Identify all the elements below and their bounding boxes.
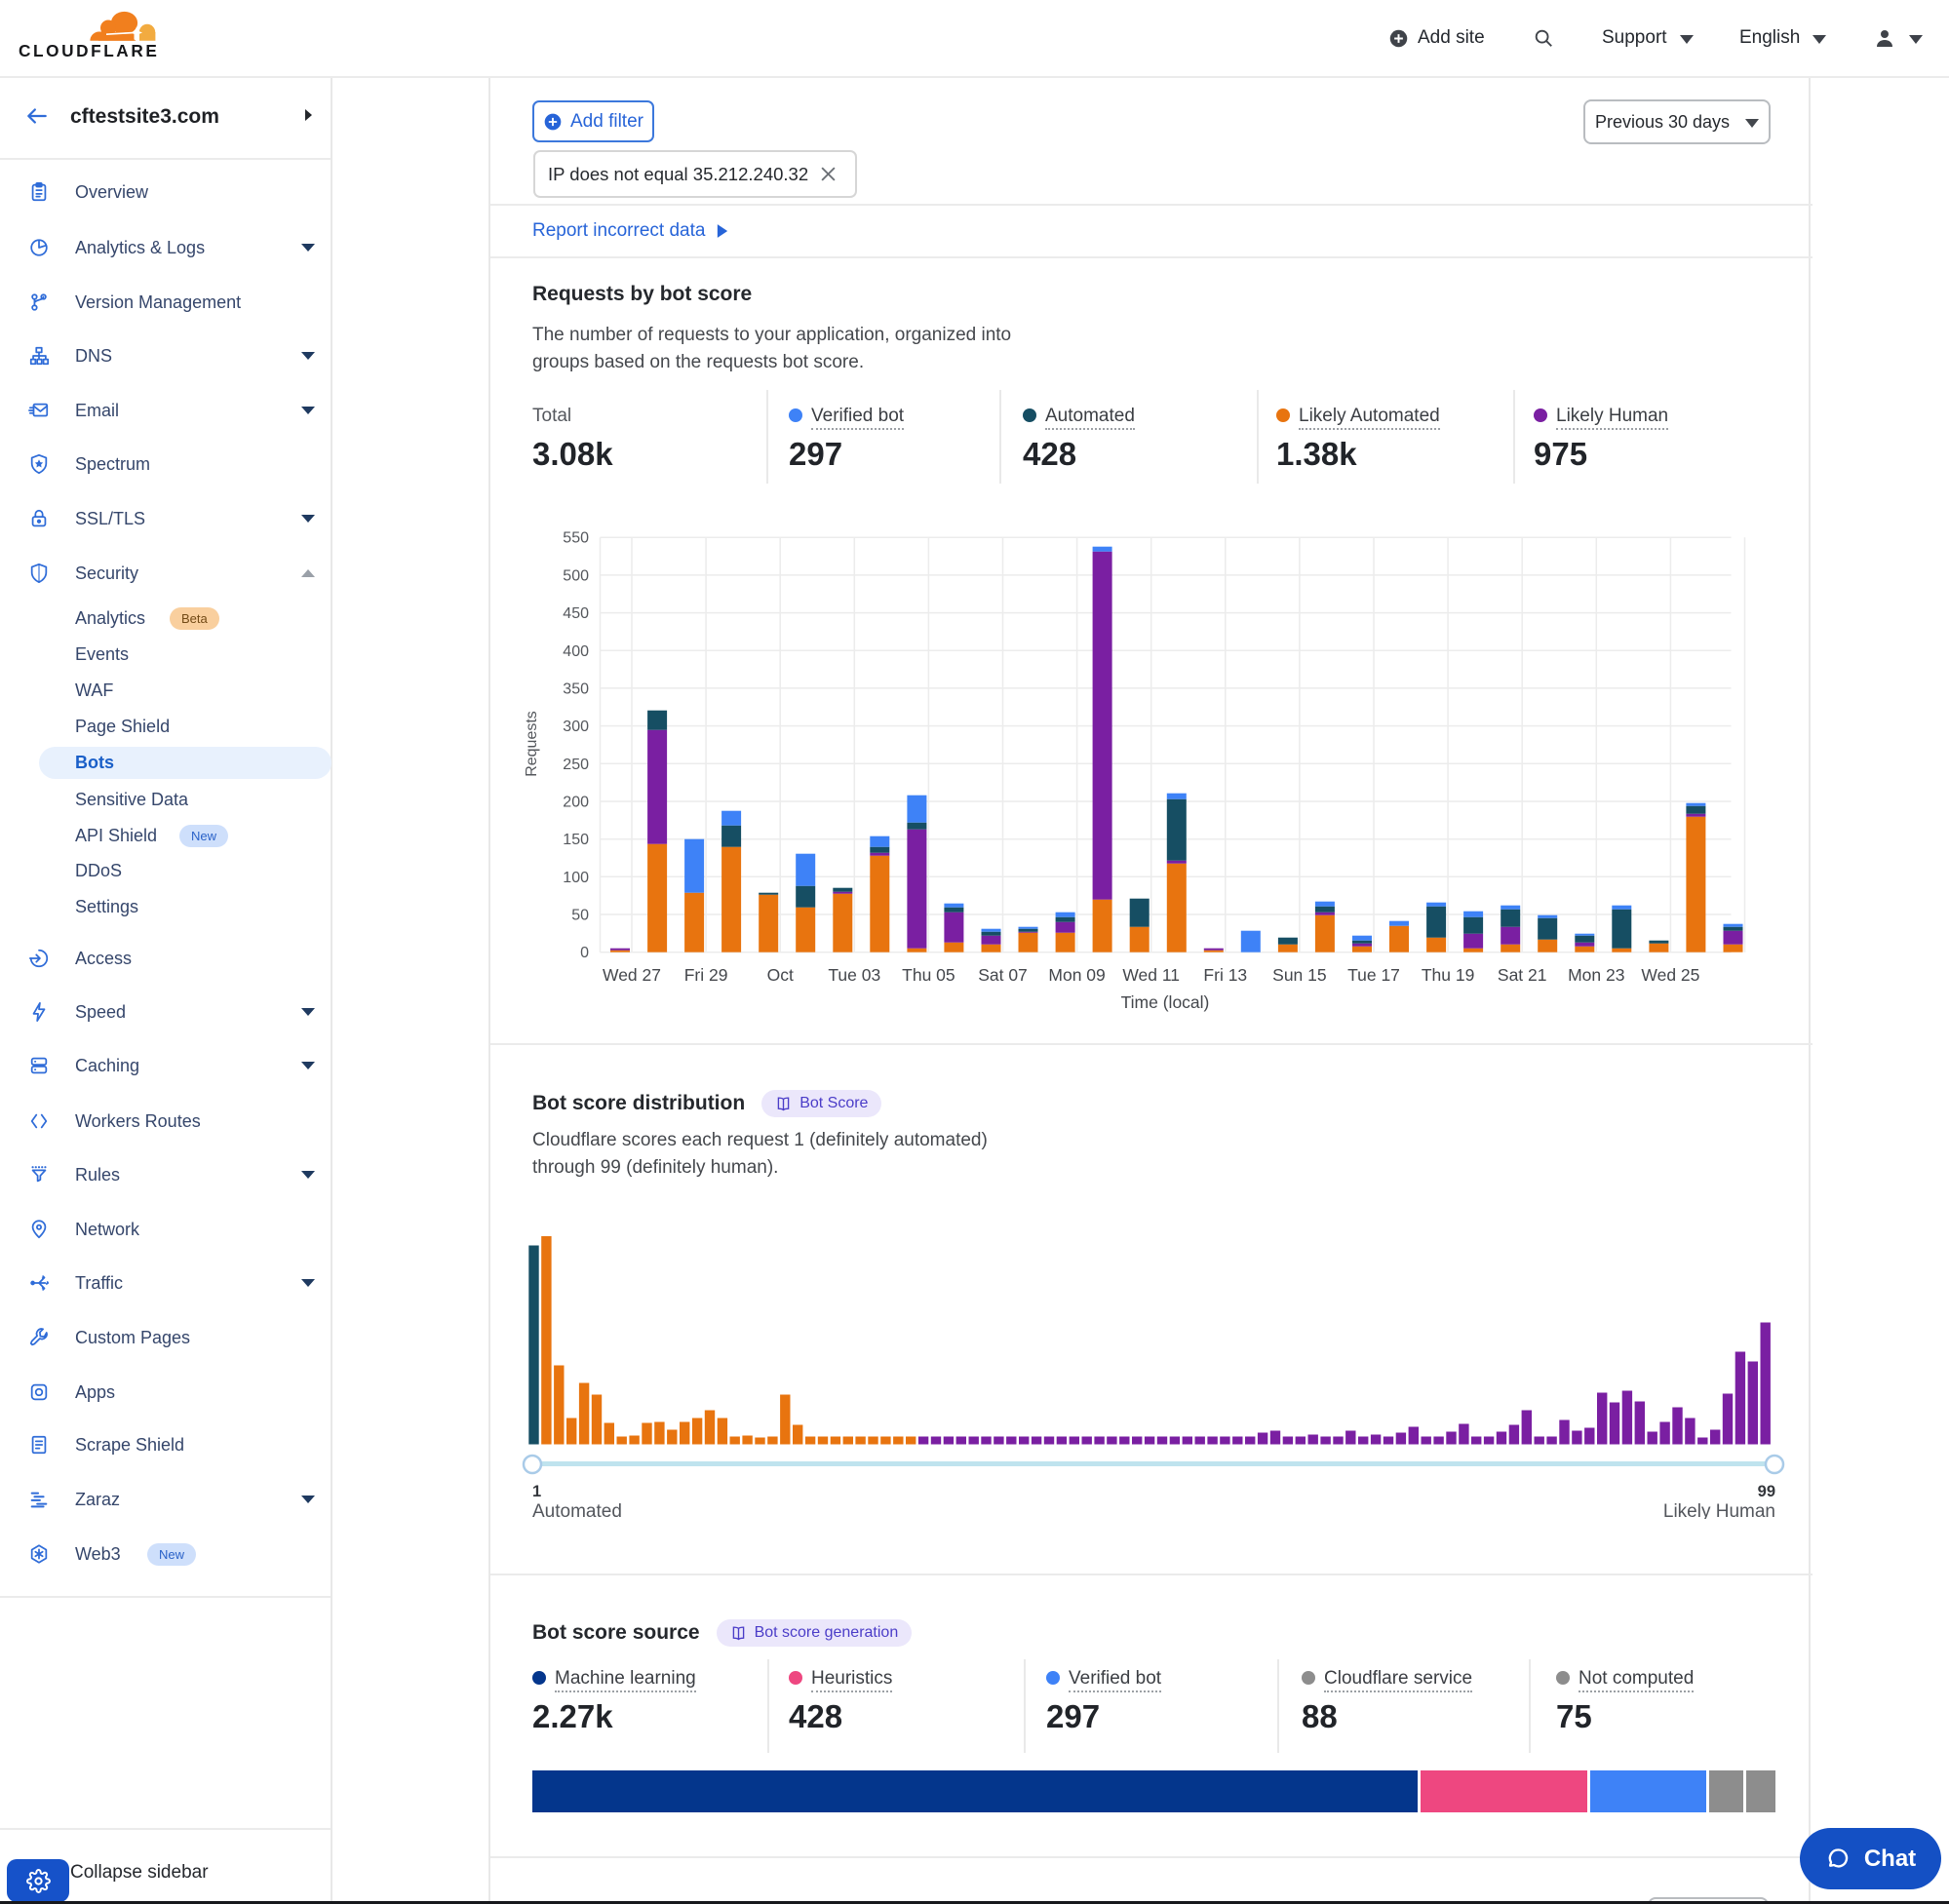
svg-text:50: 50 [571, 908, 589, 924]
svg-text:500: 500 [563, 567, 589, 584]
svg-text:Automated: Automated [532, 1501, 622, 1519]
svg-text:200: 200 [563, 795, 589, 811]
svg-text:1: 1 [532, 1483, 541, 1500]
svg-text:99: 99 [1758, 1483, 1775, 1500]
svg-text:300: 300 [563, 719, 589, 735]
svg-text:450: 450 [563, 605, 589, 622]
svg-text:Thu 05: Thu 05 [902, 965, 955, 985]
svg-text:Tue 17: Tue 17 [1347, 965, 1400, 985]
svg-text:Time (local): Time (local) [1121, 992, 1210, 1012]
svg-text:Sat 07: Sat 07 [978, 965, 1028, 985]
svg-text:Mon 23: Mon 23 [1568, 965, 1624, 985]
svg-text:Wed 27: Wed 27 [603, 965, 661, 985]
svg-text:Thu 19: Thu 19 [1422, 965, 1474, 985]
svg-text:Fri 13: Fri 13 [1203, 965, 1247, 985]
svg-text:350: 350 [563, 680, 589, 697]
svg-text:Oct: Oct [767, 965, 794, 985]
svg-text:Tue 03: Tue 03 [828, 965, 880, 985]
svg-text:Sat 21: Sat 21 [1498, 965, 1547, 985]
svg-text:0: 0 [580, 945, 589, 961]
svg-text:Requests: Requests [524, 711, 540, 777]
svg-text:Sun 15: Sun 15 [1272, 965, 1326, 985]
svg-text:150: 150 [563, 832, 589, 848]
svg-text:100: 100 [563, 870, 589, 886]
svg-text:Fri 29: Fri 29 [684, 965, 728, 985]
svg-text:550: 550 [563, 530, 589, 547]
svg-text:Wed 11: Wed 11 [1122, 965, 1180, 985]
svg-text:Likely Human: Likely Human [1663, 1501, 1775, 1519]
svg-text:Wed 25: Wed 25 [1641, 965, 1699, 985]
svg-text:Mon 09: Mon 09 [1048, 965, 1105, 985]
svg-text:400: 400 [563, 643, 589, 660]
svg-text:CLOUDFLARE: CLOUDFLARE [19, 41, 159, 60]
svg-text:250: 250 [563, 757, 589, 773]
